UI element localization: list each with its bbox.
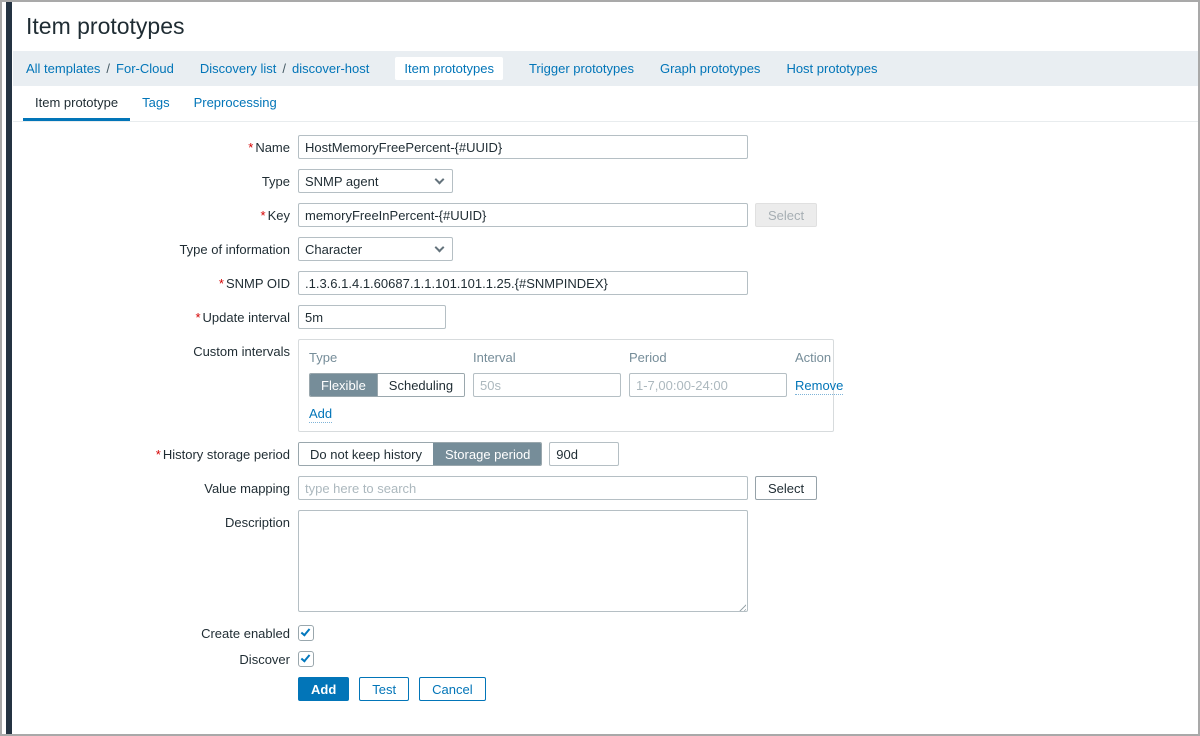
chevron-down-icon bbox=[435, 174, 445, 184]
key-label: *Key bbox=[13, 208, 298, 223]
breadcrumb-separator: / bbox=[106, 61, 110, 76]
update-interval-input[interactable] bbox=[298, 305, 446, 329]
key-input[interactable] bbox=[298, 203, 748, 227]
required-marker: * bbox=[195, 310, 200, 325]
type-of-information-select-value: Character bbox=[305, 242, 362, 257]
item-prototype-form: *Name Type SNMP agent *Key bbox=[13, 122, 1198, 701]
page-title: Item prototypes bbox=[26, 13, 1198, 40]
custom-intervals-box: Type Interval Period Action Flexible Sch… bbox=[298, 339, 834, 432]
name-input[interactable] bbox=[298, 135, 748, 159]
collapsed-sidebar bbox=[6, 2, 12, 734]
breadcrumb-discovery-list[interactable]: Discovery list bbox=[200, 61, 277, 76]
breadcrumb-template-group: All templates / For-Cloud bbox=[26, 61, 174, 76]
breadcrumb-discovery-group: Discovery list / discover-host bbox=[200, 61, 370, 76]
column-header-period: Period bbox=[629, 350, 787, 365]
required-marker: * bbox=[261, 208, 266, 223]
column-header-interval: Interval bbox=[473, 350, 621, 365]
required-marker: * bbox=[156, 447, 161, 462]
history-storage-toggle: Do not keep history Storage period bbox=[298, 442, 542, 466]
breadcrumb-separator: / bbox=[282, 61, 286, 76]
remove-interval-link[interactable]: Remove bbox=[795, 378, 843, 393]
chevron-down-icon bbox=[435, 242, 445, 252]
flexible-toggle[interactable]: Flexible bbox=[310, 374, 377, 396]
scheduling-toggle[interactable]: Scheduling bbox=[377, 374, 464, 396]
discover-label: Discover bbox=[13, 652, 298, 667]
test-button[interactable]: Test bbox=[359, 677, 409, 701]
history-storage-label: *History storage period bbox=[13, 447, 298, 462]
history-storage-row: *History storage period Do not keep hist… bbox=[13, 442, 1198, 466]
description-textarea[interactable] bbox=[298, 510, 748, 612]
key-row: *Key Select bbox=[13, 203, 1198, 227]
value-mapping-input[interactable] bbox=[298, 476, 748, 500]
nav-graph-prototypes[interactable]: Graph prototypes bbox=[660, 61, 760, 76]
check-icon bbox=[301, 652, 311, 662]
tab-tags[interactable]: Tags bbox=[130, 86, 181, 121]
value-mapping-label: Value mapping bbox=[13, 481, 298, 496]
create-enabled-label: Create enabled bbox=[13, 626, 298, 641]
form-tabs: Item prototype Tags Preprocessing bbox=[13, 86, 1198, 122]
description-row: Description bbox=[13, 510, 1198, 615]
snmp-oid-input[interactable] bbox=[298, 271, 748, 295]
type-select[interactable]: SNMP agent bbox=[298, 169, 453, 193]
page-header: Item prototypes bbox=[13, 2, 1198, 51]
type-label: Type bbox=[13, 174, 298, 189]
add-interval-link[interactable]: Add bbox=[309, 406, 332, 421]
interval-input[interactable] bbox=[473, 373, 621, 397]
custom-intervals-row: Custom intervals Type Interval Period Ac… bbox=[13, 339, 1198, 432]
required-marker: * bbox=[248, 140, 253, 155]
column-header-type: Type bbox=[309, 350, 465, 365]
create-enabled-row: Create enabled bbox=[13, 625, 1198, 641]
breadcrumb-for-cloud[interactable]: For-Cloud bbox=[116, 61, 174, 76]
type-of-information-label: Type of information bbox=[13, 242, 298, 257]
description-label: Description bbox=[13, 510, 298, 530]
name-row: *Name bbox=[13, 135, 1198, 159]
main-content: Item prototypes All templates / For-Clou… bbox=[13, 2, 1198, 734]
storage-period-toggle[interactable]: Storage period bbox=[433, 443, 541, 465]
snmp-oid-row: *SNMP OID bbox=[13, 271, 1198, 295]
period-input[interactable] bbox=[629, 373, 787, 397]
nav-item-prototypes-active[interactable]: Item prototypes bbox=[395, 57, 503, 80]
do-not-keep-history-toggle[interactable]: Do not keep history bbox=[299, 443, 433, 465]
breadcrumb: All templates / For-Cloud Discovery list… bbox=[13, 51, 1198, 86]
key-select-button: Select bbox=[755, 203, 817, 227]
breadcrumb-discover-host[interactable]: discover-host bbox=[292, 61, 369, 76]
update-interval-label: *Update interval bbox=[13, 310, 298, 325]
tab-item-prototype[interactable]: Item prototype bbox=[23, 86, 130, 121]
discover-checkbox[interactable] bbox=[298, 651, 314, 667]
interval-type-toggle: Flexible Scheduling bbox=[309, 373, 465, 397]
type-row: Type SNMP agent bbox=[13, 169, 1198, 193]
check-icon bbox=[301, 626, 311, 636]
type-of-information-row: Type of information Character bbox=[13, 237, 1198, 261]
nav-host-prototypes[interactable]: Host prototypes bbox=[786, 61, 877, 76]
create-enabled-checkbox[interactable] bbox=[298, 625, 314, 641]
history-period-input[interactable] bbox=[549, 442, 619, 466]
column-header-action: Action bbox=[795, 350, 843, 365]
app-window: Item prototypes All templates / For-Clou… bbox=[0, 0, 1200, 736]
custom-intervals-label: Custom intervals bbox=[13, 339, 298, 359]
type-select-value: SNMP agent bbox=[305, 174, 378, 189]
value-mapping-select-button[interactable]: Select bbox=[755, 476, 817, 500]
discover-row: Discover bbox=[13, 651, 1198, 667]
cancel-button[interactable]: Cancel bbox=[419, 677, 485, 701]
snmp-oid-label: *SNMP OID bbox=[13, 276, 298, 291]
form-actions-row: Add Test Cancel bbox=[13, 677, 1198, 701]
value-mapping-row: Value mapping Select bbox=[13, 476, 1198, 500]
required-marker: * bbox=[219, 276, 224, 291]
tab-preprocessing[interactable]: Preprocessing bbox=[182, 86, 289, 121]
breadcrumb-all-templates[interactable]: All templates bbox=[26, 61, 100, 76]
add-button[interactable]: Add bbox=[298, 677, 349, 701]
nav-trigger-prototypes[interactable]: Trigger prototypes bbox=[529, 61, 634, 76]
name-label: *Name bbox=[13, 140, 298, 155]
breadcrumb-nav: Item prototypes Trigger prototypes Graph… bbox=[395, 57, 877, 80]
type-of-information-select[interactable]: Character bbox=[298, 237, 453, 261]
update-interval-row: *Update interval bbox=[13, 305, 1198, 329]
